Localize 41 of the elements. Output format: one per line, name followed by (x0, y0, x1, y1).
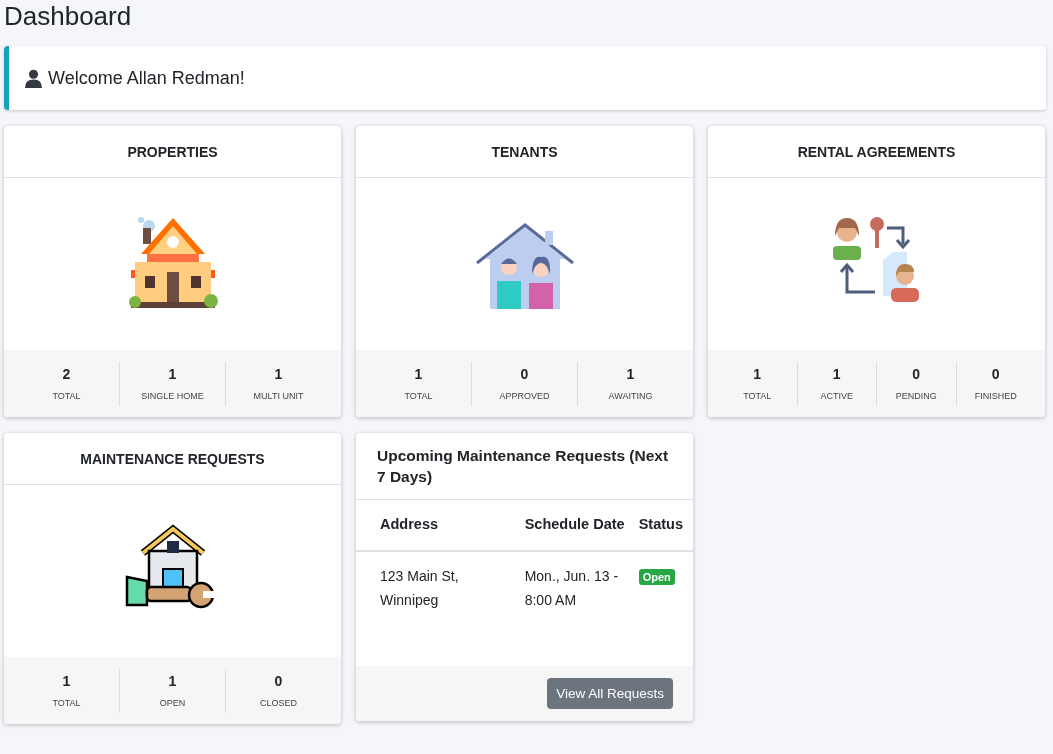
stat-value: 0 (991, 366, 1000, 382)
view-all-requests-button[interactable]: View All Requests (547, 678, 673, 709)
stat-value: 0 (912, 366, 921, 382)
column-header: Schedule Date (524, 516, 625, 532)
page-title: Dashboard (4, 0, 133, 33)
card-title: Upcoming Maintenance Requests (Next 7 Days) (377, 447, 669, 485)
stat-label: TOTAL (52, 698, 81, 708)
column-header: Status (638, 516, 683, 532)
stat-label: TOTAL (743, 391, 772, 401)
status-badge: Open (638, 569, 675, 585)
stat-label: PENDING (895, 391, 937, 401)
stat-value: 1 (414, 366, 423, 382)
date-text: Mon., Jun. 13 - 8:00 AM (524, 568, 619, 608)
column-header: Address (380, 516, 439, 532)
stat-label: APPROVED (499, 391, 550, 401)
welcome-text: Welcome Allan Redman! (48, 67, 245, 89)
stat-value: 1 (168, 673, 177, 689)
stat-value: 0 (274, 673, 283, 689)
stat-value: 1 (832, 366, 841, 382)
stat-label: TOTAL (52, 391, 81, 401)
stat-label: CLOSED (260, 698, 297, 708)
stat-value: 1 (626, 366, 635, 382)
stat-label: ACTIVE (820, 391, 853, 401)
stat-value: 1 (62, 673, 71, 689)
stat-label: MULTI UNIT (253, 391, 304, 401)
card-title: RENTAL AGREEMENTS (797, 143, 956, 160)
stat-value: 0 (520, 366, 529, 382)
address-text: 123 Main St, Winnipeg (380, 568, 459, 608)
stat-label: FINISHED (974, 391, 1017, 401)
stat-label: AWAITING (608, 391, 653, 401)
stat-value: 1 (168, 366, 177, 382)
card-title: PROPERTIES (127, 143, 218, 160)
stat-value: 1 (753, 366, 762, 382)
stat-label: SINGLE HOME (141, 391, 204, 401)
stat-label: OPEN (159, 698, 186, 708)
stat-label: TOTAL (404, 391, 433, 401)
user-icon (25, 68, 42, 88)
stat-value: 1 (274, 366, 283, 382)
card-title: MAINTENANCE REQUESTS (80, 450, 265, 467)
stat-value: 2 (62, 366, 71, 382)
card-title: TENANTS (491, 143, 558, 160)
